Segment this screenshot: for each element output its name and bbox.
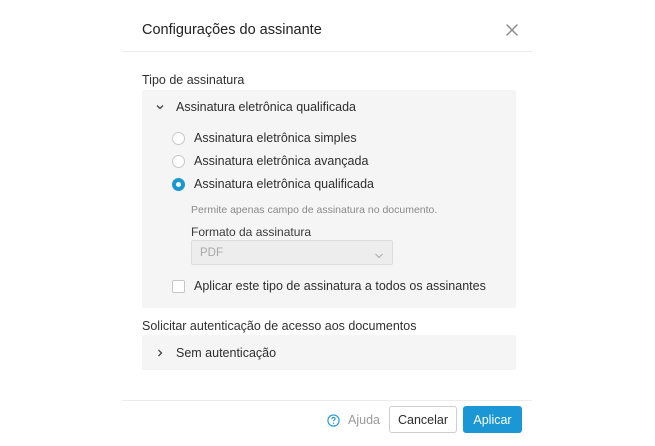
radio-option-simple[interactable]: Assinatura eletrônica simples [172,131,357,145]
authentication-accordion-header[interactable]: Sem autenticação [154,346,276,360]
signature-hint-text: Permite apenas campo de assinatura no do… [191,204,438,216]
format-select[interactable]: PDF [191,240,393,265]
signature-type-panel: Assinatura eletrônica qualificada Assina… [142,90,516,308]
help-icon [327,413,340,427]
help-link[interactable]: Ajuda [327,413,380,427]
dialog-header: Configurações do assinante [122,0,532,52]
radio-button[interactable] [172,154,185,168]
apply-all-checkbox[interactable] [172,279,185,293]
signature-type-accordion-header[interactable]: Assinatura eletrônica qualificada [154,100,356,114]
radio-option-qualified[interactable]: Assinatura eletrônica qualificada [172,177,374,191]
close-icon[interactable] [502,20,522,40]
authentication-label: Solicitar autenticação de acesso aos doc… [142,319,417,333]
apply-all-label: Aplicar este tipo de assinatura a todos … [194,279,486,293]
radio-option-label: Assinatura eletrônica qualificada [194,177,374,191]
format-label: Formato da assinatura [191,225,312,239]
signature-type-label: Tipo de assinatura [142,73,245,87]
apply-button[interactable]: Aplicar [463,406,522,433]
radio-option-label: Assinatura eletrônica simples [194,131,357,145]
radio-button-selected[interactable] [172,177,185,191]
authentication-panel: Sem autenticação [142,335,516,370]
cancel-button[interactable]: Cancelar [389,406,457,433]
dialog-title: Configurações do assinante [142,22,322,38]
radio-option-advanced[interactable]: Assinatura eletrônica avançada [172,154,368,168]
chevron-down-icon [154,101,166,113]
signature-type-accordion-label: Assinatura eletrônica qualificada [176,100,356,114]
radio-option-label: Assinatura eletrônica avançada [194,154,369,168]
signer-settings-dialog: Configurações do assinante Tipo de assin… [122,0,532,446]
dialog-footer: Ajuda Cancelar Aplicar [122,400,532,446]
chevron-right-icon [154,347,166,359]
format-select-value: PDF [200,247,223,259]
apply-all-checkbox-row[interactable]: Aplicar este tipo de assinatura a todos … [172,279,486,293]
radio-button[interactable] [172,131,185,145]
chevron-down-icon [374,248,384,259]
help-label: Ajuda [348,413,380,427]
authentication-accordion-label: Sem autenticação [176,346,277,360]
